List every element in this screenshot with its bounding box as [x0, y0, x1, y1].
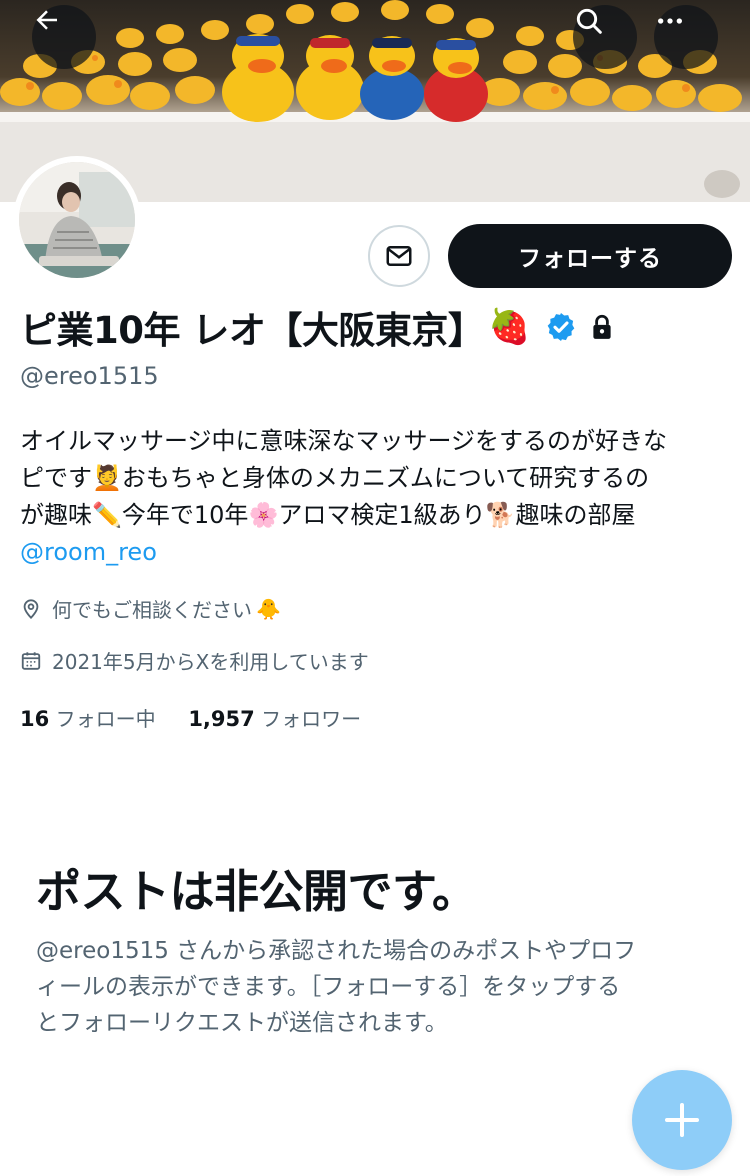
- bio-text: 趣味の部屋: [515, 501, 636, 529]
- following-label: フォロー中: [55, 707, 156, 731]
- blossom-emoji: 🌸: [248, 501, 279, 529]
- location-text: 何でもご相談ください: [52, 598, 252, 622]
- bio-line: @room_reo: [20, 534, 732, 571]
- followers-count: 1,957: [188, 707, 255, 731]
- bio-mention-link[interactable]: @room_reo: [20, 538, 157, 566]
- more-button[interactable]: [654, 5, 718, 69]
- back-button[interactable]: [32, 5, 96, 69]
- bio-line: ピです💆おもちゃと身体のメカニズムについて研究するの: [20, 460, 732, 497]
- search-button[interactable]: [573, 5, 637, 69]
- bio-text: おもちゃと身体のメカニズムについて研究するの: [121, 464, 650, 492]
- dog-emoji: 🐕: [485, 501, 516, 529]
- pencil-emoji: ✏️: [92, 501, 122, 529]
- display-name-row: ピ業10年 レオ【大阪東京】 🍓: [20, 300, 615, 354]
- avatar-image: [19, 162, 135, 278]
- private-notice-description: @ereo1515 さんから承認された場合のみポストやプロフ ィールの表示ができ…: [36, 933, 716, 1041]
- avatar[interactable]: [13, 156, 141, 284]
- bio-line: が趣味✏️今年で10年🌸アロマ検定1級あり🐕趣味の部屋: [20, 497, 732, 534]
- follow-counts: 16 フォロー中 1,957 フォロワー: [20, 703, 361, 732]
- strawberry-emoji: 🍓: [488, 307, 531, 347]
- compose-fab-button[interactable]: [632, 1070, 732, 1170]
- message-button[interactable]: [368, 225, 430, 287]
- display-name: ピ業10年 レオ【大阪東京】: [20, 309, 485, 352]
- bio-text: 今年で10年: [121, 501, 249, 529]
- arrow-left-icon: [36, 10, 57, 30]
- private-notice-title: ポストは非公開です。: [36, 865, 477, 918]
- lock-icon: [589, 313, 615, 341]
- handle: @ereo1515: [20, 362, 159, 390]
- more-icon: [658, 18, 682, 24]
- followers-link[interactable]: 1,957 フォロワー: [188, 707, 361, 731]
- following-count: 16: [20, 707, 50, 731]
- bio-line: オイルマッサージ中に意味深なマッサージをするのが好きな: [20, 427, 668, 455]
- following-link[interactable]: 16 フォロー中: [20, 707, 162, 731]
- private-notice-line: とフォローリクエストが送信されます。: [36, 1010, 448, 1036]
- massage-emoji: 💆: [92, 464, 122, 492]
- location-pin-icon: [23, 598, 39, 619]
- envelope-icon: [386, 246, 412, 266]
- joined-row: 2021年5月からXを利用しています: [20, 646, 369, 675]
- bio: オイルマッサージ中に意味深なマッサージをするのが好きな ピです💆おもちゃと身体の…: [20, 423, 732, 571]
- location-row: 何でもご相談ください 🐥: [20, 594, 281, 623]
- bio-text: ピです: [20, 464, 92, 492]
- bio-text: アロマ検定1級あり: [278, 501, 486, 529]
- followers-label: フォロワー: [261, 707, 362, 731]
- verified-badge-icon[interactable]: [545, 311, 577, 343]
- chick-emoji: 🐥: [256, 596, 281, 621]
- plus-icon: [665, 1103, 699, 1137]
- follow-button[interactable]: フォローする: [448, 224, 732, 288]
- joined-text: 2021年5月からXを利用しています: [52, 650, 369, 674]
- calendar-icon: [21, 651, 41, 670]
- private-notice-line: @ereo1515 さんから承認された場合のみポストやプロフ: [36, 938, 637, 964]
- search-icon: [576, 8, 602, 34]
- bio-text: が趣味: [20, 501, 92, 529]
- private-notice-line: ィールの表示ができます。［フォローする］をタップする: [36, 974, 621, 1000]
